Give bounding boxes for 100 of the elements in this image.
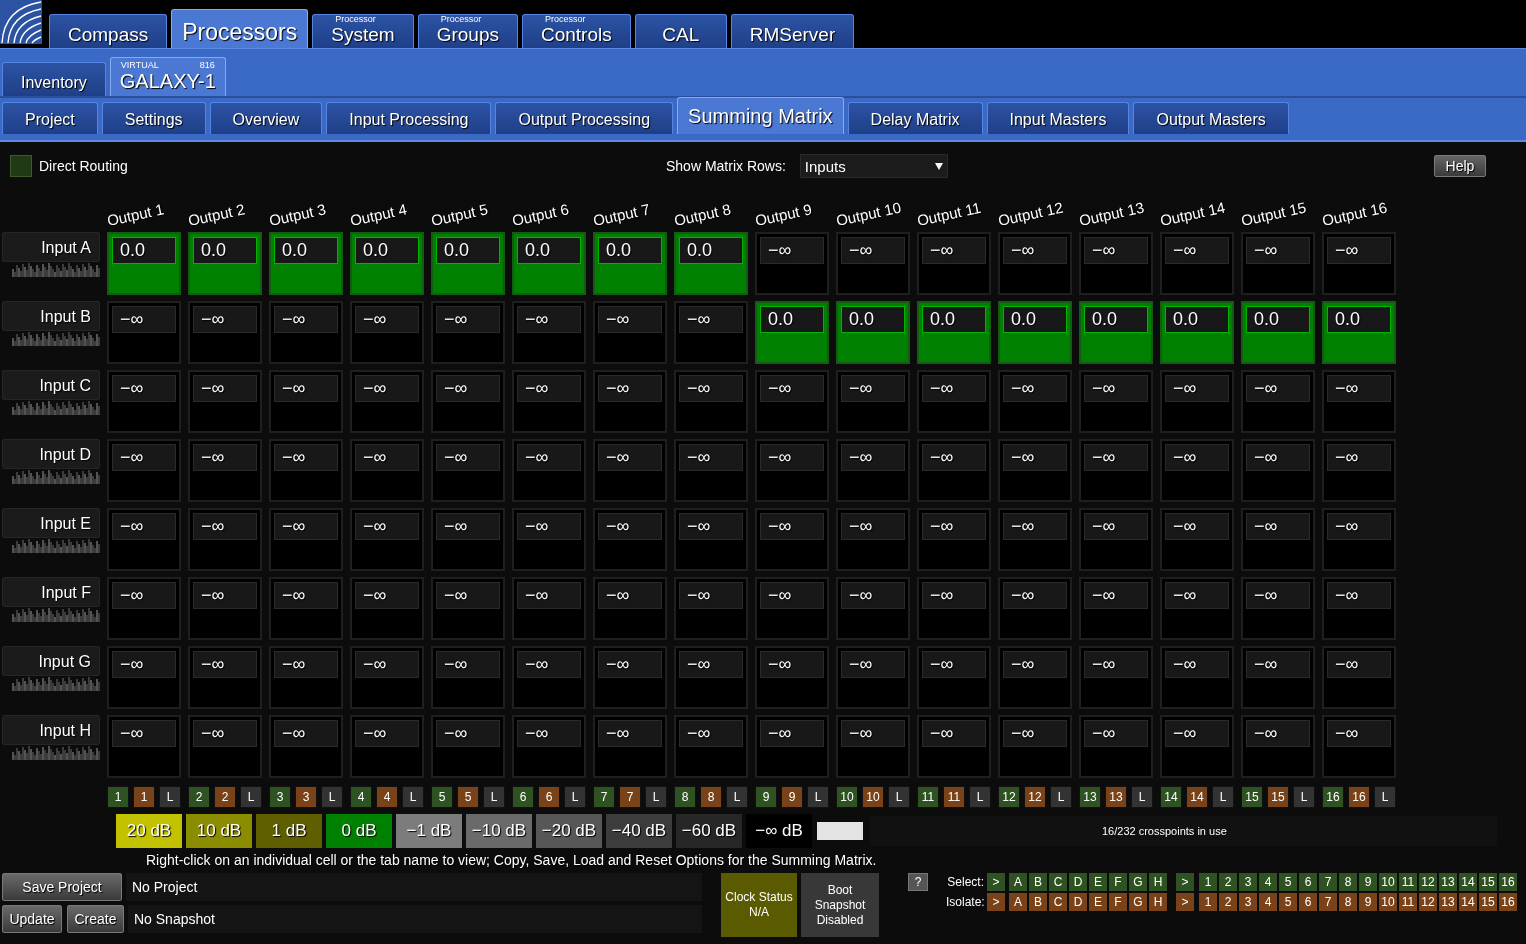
output-select-button[interactable]: 13 <box>1079 786 1101 808</box>
crosspoint-cell[interactable]: −∞ <box>917 715 991 778</box>
crosspoint-cell[interactable]: 0.0 <box>917 301 991 364</box>
crosspoint-cell[interactable]: −∞ <box>836 439 910 502</box>
output-isolate-button[interactable]: 13 <box>1105 786 1127 808</box>
select-all-outputs-button[interactable]: > <box>1176 873 1194 891</box>
output-link-button[interactable]: L <box>1131 786 1153 808</box>
crosspoint-cell[interactable]: 0.0 <box>350 232 424 295</box>
output-isolate-button[interactable]: 4 <box>376 786 398 808</box>
crosspoint-cell[interactable]: −∞ <box>350 301 424 364</box>
crosspoint-cell[interactable]: −∞ <box>593 439 667 502</box>
crosspoint-cell[interactable]: −∞ <box>188 508 262 571</box>
select-output-button[interactable]: 13 <box>1439 873 1457 891</box>
crosspoint-cell[interactable]: 0.0 <box>1241 301 1315 364</box>
crosspoint-cell[interactable]: −∞ <box>1241 577 1315 640</box>
crosspoint-cell[interactable]: −∞ <box>836 370 910 433</box>
isolate-output-button[interactable]: 6 <box>1299 893 1317 911</box>
isolate-input-button[interactable]: G <box>1129 893 1147 911</box>
crosspoint-cell[interactable]: −∞ <box>188 577 262 640</box>
crosspoint-cell[interactable]: −∞ <box>674 577 748 640</box>
crosspoint-cell[interactable]: −∞ <box>350 439 424 502</box>
output-select-button[interactable]: 12 <box>998 786 1020 808</box>
crosspoint-cell[interactable]: −∞ <box>1322 439 1396 502</box>
crosspoint-cell[interactable]: −∞ <box>917 508 991 571</box>
crosspoint-cell[interactable]: −∞ <box>1322 646 1396 709</box>
crosspoint-cell[interactable]: −∞ <box>836 232 910 295</box>
crosspoint-cell[interactable]: −∞ <box>836 577 910 640</box>
isolate-input-button[interactable]: C <box>1049 893 1067 911</box>
crosspoint-cell[interactable]: −∞ <box>1241 715 1315 778</box>
output-link-button[interactable]: L <box>402 786 424 808</box>
gain-preset-button[interactable]: −40 dB <box>606 814 672 848</box>
select-output-button[interactable]: 12 <box>1419 873 1437 891</box>
crosspoint-cell[interactable]: −∞ <box>350 577 424 640</box>
crosspoint-cell[interactable]: −∞ <box>674 646 748 709</box>
page-tab[interactable]: Output Masters <box>1133 102 1289 134</box>
crosspoint-cell[interactable]: −∞ <box>1160 508 1234 571</box>
isolate-input-button[interactable]: B <box>1029 893 1047 911</box>
isolate-input-button[interactable]: H <box>1149 893 1167 911</box>
crosspoint-cell[interactable]: −∞ <box>350 646 424 709</box>
output-select-button[interactable]: 8 <box>674 786 696 808</box>
gain-preset-button[interactable]: 0 dB <box>326 814 392 848</box>
output-isolate-button[interactable]: 7 <box>619 786 641 808</box>
output-select-button[interactable]: 14 <box>1160 786 1182 808</box>
crosspoint-cell[interactable]: 0.0 <box>269 232 343 295</box>
output-link-button[interactable]: L <box>726 786 748 808</box>
crosspoint-cell[interactable]: −∞ <box>107 439 181 502</box>
output-link-button[interactable]: L <box>969 786 991 808</box>
isolate-output-button[interactable]: 14 <box>1459 893 1477 911</box>
gain-preset-button[interactable]: −∞ dB <box>746 814 812 848</box>
isolate-output-button[interactable]: 4 <box>1259 893 1277 911</box>
crosspoint-cell[interactable]: −∞ <box>188 439 262 502</box>
nav-tab[interactable]: CAL <box>634 14 727 48</box>
output-isolate-button[interactable]: 15 <box>1267 786 1289 808</box>
save-project-button[interactable]: Save Project <box>2 873 122 901</box>
output-select-button[interactable]: 1 <box>107 786 129 808</box>
input-row-button[interactable]: Input C <box>2 370 100 400</box>
crosspoint-cell[interactable]: −∞ <box>593 715 667 778</box>
crosspoint-cell[interactable]: −∞ <box>107 646 181 709</box>
gain-preset-button[interactable]: 10 dB <box>186 814 252 848</box>
crosspoint-cell[interactable]: −∞ <box>998 577 1072 640</box>
isolate-input-button[interactable]: E <box>1089 893 1107 911</box>
crosspoint-cell[interactable]: −∞ <box>1160 370 1234 433</box>
crosspoint-cell[interactable]: −∞ <box>1079 646 1153 709</box>
crosspoint-cell[interactable]: −∞ <box>350 508 424 571</box>
crosspoint-cell[interactable]: −∞ <box>917 370 991 433</box>
crosspoint-cell[interactable]: −∞ <box>917 439 991 502</box>
crosspoint-cell[interactable]: −∞ <box>188 646 262 709</box>
crosspoint-cell[interactable]: −∞ <box>674 439 748 502</box>
crosspoint-cell[interactable]: −∞ <box>917 646 991 709</box>
boot-snapshot-button[interactable]: Boot Snapshot Disabled <box>801 873 879 937</box>
output-link-button[interactable]: L <box>240 786 262 808</box>
crosspoint-cell[interactable]: −∞ <box>431 439 505 502</box>
crosspoint-cell[interactable]: −∞ <box>512 715 586 778</box>
crosspoint-cell[interactable]: −∞ <box>107 715 181 778</box>
crosspoint-cell[interactable]: −∞ <box>188 301 262 364</box>
select-output-button[interactable]: 5 <box>1279 873 1297 891</box>
select-input-button[interactable]: E <box>1089 873 1107 891</box>
crosspoint-cell[interactable]: −∞ <box>107 508 181 571</box>
select-output-button[interactable]: 2 <box>1219 873 1237 891</box>
select-output-button[interactable]: 3 <box>1239 873 1257 891</box>
crosspoint-cell[interactable]: −∞ <box>1160 715 1234 778</box>
nav-tab[interactable]: Processor System <box>312 14 414 48</box>
crosspoint-cell[interactable]: −∞ <box>755 508 829 571</box>
crosspoint-cell[interactable]: −∞ <box>1079 715 1153 778</box>
crosspoint-cell[interactable]: −∞ <box>1241 370 1315 433</box>
page-tab[interactable]: Settings <box>101 102 206 134</box>
gain-preset-button[interactable]: −1 dB <box>396 814 462 848</box>
output-isolate-button[interactable]: 11 <box>943 786 965 808</box>
device-tab[interactable]: Inventory <box>2 62 106 96</box>
crosspoint-cell[interactable]: −∞ <box>269 370 343 433</box>
crosspoint-cell[interactable]: −∞ <box>431 577 505 640</box>
select-output-button[interactable]: 8 <box>1339 873 1357 891</box>
crosspoint-cell[interactable]: −∞ <box>431 715 505 778</box>
output-select-button[interactable]: 9 <box>755 786 777 808</box>
output-isolate-button[interactable]: 5 <box>457 786 479 808</box>
crosspoint-cell[interactable]: −∞ <box>1160 439 1234 502</box>
select-output-button[interactable]: 10 <box>1379 873 1397 891</box>
crosspoint-cell[interactable]: −∞ <box>1241 232 1315 295</box>
output-link-button[interactable]: L <box>807 786 829 808</box>
output-isolate-button[interactable]: 14 <box>1186 786 1208 808</box>
